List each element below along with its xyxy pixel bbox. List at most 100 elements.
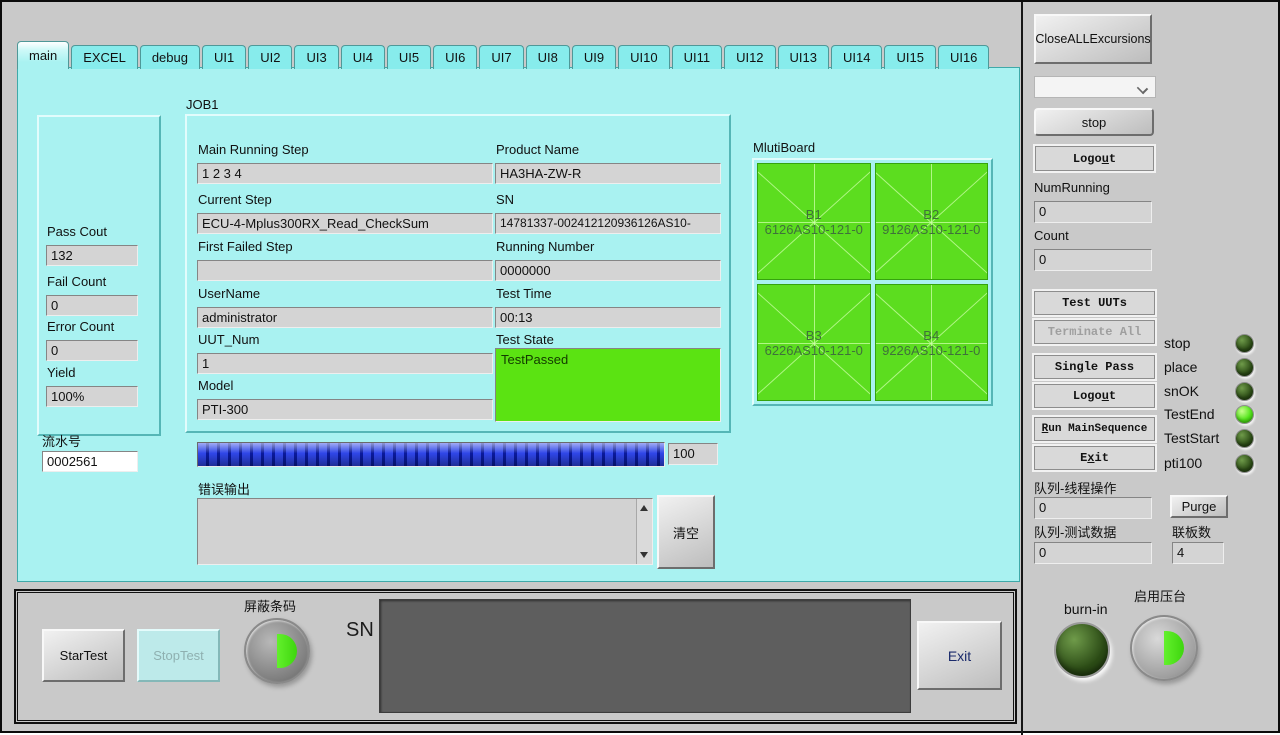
button-label: le Pass xyxy=(1084,360,1134,374)
error-count-label: Error Count xyxy=(47,319,114,334)
tab-ui2[interactable]: UI2 xyxy=(248,45,292,69)
led-row-snok: snOK xyxy=(1164,381,1254,401)
purge-button[interactable]: Purge xyxy=(1170,495,1228,518)
queue-data-label: 队列-测试数据 xyxy=(1034,522,1116,541)
led-row-teststart: TestStart xyxy=(1164,428,1254,448)
board-name: B1 xyxy=(806,207,822,222)
error-output-label: 错误输出 xyxy=(198,479,250,498)
button-label: u xyxy=(1102,152,1109,166)
led-row-place: place xyxy=(1164,357,1254,377)
fail-count-label: Fail Count xyxy=(47,274,106,289)
serial-number-input[interactable]: 0002561 xyxy=(42,451,138,472)
start-test-button[interactable]: StarTest xyxy=(42,629,125,682)
snok-led xyxy=(1235,382,1254,401)
board-name: B2 xyxy=(923,207,939,222)
logout-top-button[interactable]: Logout xyxy=(1035,146,1154,171)
button-label: it xyxy=(1095,451,1109,465)
board-count-field: 4 xyxy=(1172,542,1224,564)
mask-barcode-label: 屏蔽条码 xyxy=(244,596,296,615)
tab-ui1[interactable]: UI1 xyxy=(202,45,246,69)
tab-ui8[interactable]: UI8 xyxy=(526,45,570,69)
tab-ui5[interactable]: UI5 xyxy=(387,45,431,69)
queue-data-field: 0 xyxy=(1034,542,1152,564)
board-sn: 6126AS10-121-0 xyxy=(765,222,863,237)
stop-button[interactable]: stop xyxy=(1034,108,1154,136)
tab-ui4[interactable]: UI4 xyxy=(341,45,385,69)
error-output-scrollbar[interactable] xyxy=(636,499,652,564)
board-tile-b4: B4 9226AS10-121-0 xyxy=(875,284,989,401)
bottom-control-bar: StarTest StopTest 屏蔽条码 SN Exit xyxy=(14,589,1017,724)
led-label: TestStart xyxy=(1164,430,1219,446)
clear-button[interactable]: 清空 xyxy=(657,495,715,569)
press-enable-toggle[interactable] xyxy=(1130,615,1198,681)
board-sn: 9226AS10-121-0 xyxy=(882,343,980,358)
board-sn: 9126AS10-121-0 xyxy=(882,222,980,237)
error-count-field: 0 xyxy=(46,340,138,361)
test-state-indicator: TestPassed xyxy=(495,348,721,422)
tab-excel[interactable]: EXCEL xyxy=(71,45,138,69)
tab-ui13[interactable]: UI13 xyxy=(778,45,829,69)
scroll-down-icon[interactable] xyxy=(640,552,648,558)
run-mainsequence-button[interactable]: Run MainSequence xyxy=(1034,417,1155,441)
count-label: Count xyxy=(1034,228,1069,243)
tab-ui3[interactable]: UI3 xyxy=(294,45,338,69)
count-field: 0 xyxy=(1034,249,1152,271)
test-uuts-button[interactable]: Test UUTs xyxy=(1034,291,1155,315)
first-failed-step-label: First Failed Step xyxy=(198,239,293,254)
board-tile-b3: B3 6226AS10-121-0 xyxy=(757,284,871,401)
yield-field: 100% xyxy=(46,386,138,407)
multiboard-grid: B1 6126AS10-121-0 B2 9126AS10-121-0 B3 6… xyxy=(752,158,993,406)
tab-ui15[interactable]: UI15 xyxy=(884,45,935,69)
stop-test-button[interactable]: StopTest xyxy=(137,629,220,682)
button-label: u xyxy=(1102,389,1109,403)
close-all-excursions-button[interactable]: CloseALLExcursions xyxy=(1034,14,1152,64)
sn-entry-field[interactable] xyxy=(379,599,911,713)
teststart-led xyxy=(1235,429,1254,448)
button-label: t xyxy=(1109,389,1116,403)
tab-ui9[interactable]: UI9 xyxy=(572,45,616,69)
single-pass-button[interactable]: Single Pass xyxy=(1034,355,1155,379)
board-tile-b1: B1 6126AS10-121-0 xyxy=(757,163,871,280)
fail-count-field: 0 xyxy=(46,295,138,316)
chevron-down-icon xyxy=(1137,83,1148,94)
tab-ui16[interactable]: UI16 xyxy=(938,45,989,69)
scroll-up-icon[interactable] xyxy=(640,505,648,511)
terminate-all-button[interactable]: Terminate All xyxy=(1034,320,1155,344)
exit-button[interactable]: Exit xyxy=(1034,446,1155,470)
exit-bottom-button[interactable]: Exit xyxy=(917,621,1002,690)
queue-thread-field: 0 xyxy=(1034,497,1152,519)
button-label: Terminate All xyxy=(1048,325,1142,339)
running-number-field: 0000000 xyxy=(495,260,721,281)
job-title: JOB1 xyxy=(186,97,219,112)
tab-ui11[interactable]: UI11 xyxy=(672,45,723,69)
right-panel: CloseALLExcursions stop Logout NumRunnin… xyxy=(1024,2,1280,735)
app-window: main EXCEL debug UI1 UI2 UI3 UI4 UI5 UI6… xyxy=(0,0,1280,733)
tab-main[interactable]: main xyxy=(17,41,69,69)
tab-ui14[interactable]: UI14 xyxy=(831,45,882,69)
button-label: x xyxy=(1087,451,1094,465)
logout-button[interactable]: Logout xyxy=(1034,384,1155,408)
current-step-field: ECU-4-Mplus300RX_Read_CheckSum xyxy=(197,213,493,234)
tab-ui7[interactable]: UI7 xyxy=(479,45,523,69)
pass-count-label: Pass Cout xyxy=(47,224,107,239)
username-label: UserName xyxy=(198,286,260,301)
led-label: stop xyxy=(1164,335,1190,351)
selector-dropdown[interactable] xyxy=(1034,76,1156,98)
tab-ui10[interactable]: UI10 xyxy=(618,45,669,69)
multiboard-label: MlutiBoard xyxy=(753,140,815,155)
place-led xyxy=(1235,358,1254,377)
model-field: PTI-300 xyxy=(197,399,493,420)
tab-ui12[interactable]: UI12 xyxy=(724,45,775,69)
led-label: snOK xyxy=(1164,383,1199,399)
mask-barcode-knob[interactable] xyxy=(244,618,310,684)
burn-in-led xyxy=(1054,622,1110,678)
tab-debug[interactable]: debug xyxy=(140,45,200,69)
tab-ui6[interactable]: UI6 xyxy=(433,45,477,69)
error-output-textbox[interactable] xyxy=(197,498,653,565)
panel-divider xyxy=(1021,2,1023,735)
stop-led xyxy=(1235,334,1254,353)
product-name-label: Product Name xyxy=(496,142,579,157)
uut-num-field: 1 xyxy=(197,353,493,374)
button-label: Logo xyxy=(1073,152,1102,166)
sn-label: SN xyxy=(496,192,514,207)
